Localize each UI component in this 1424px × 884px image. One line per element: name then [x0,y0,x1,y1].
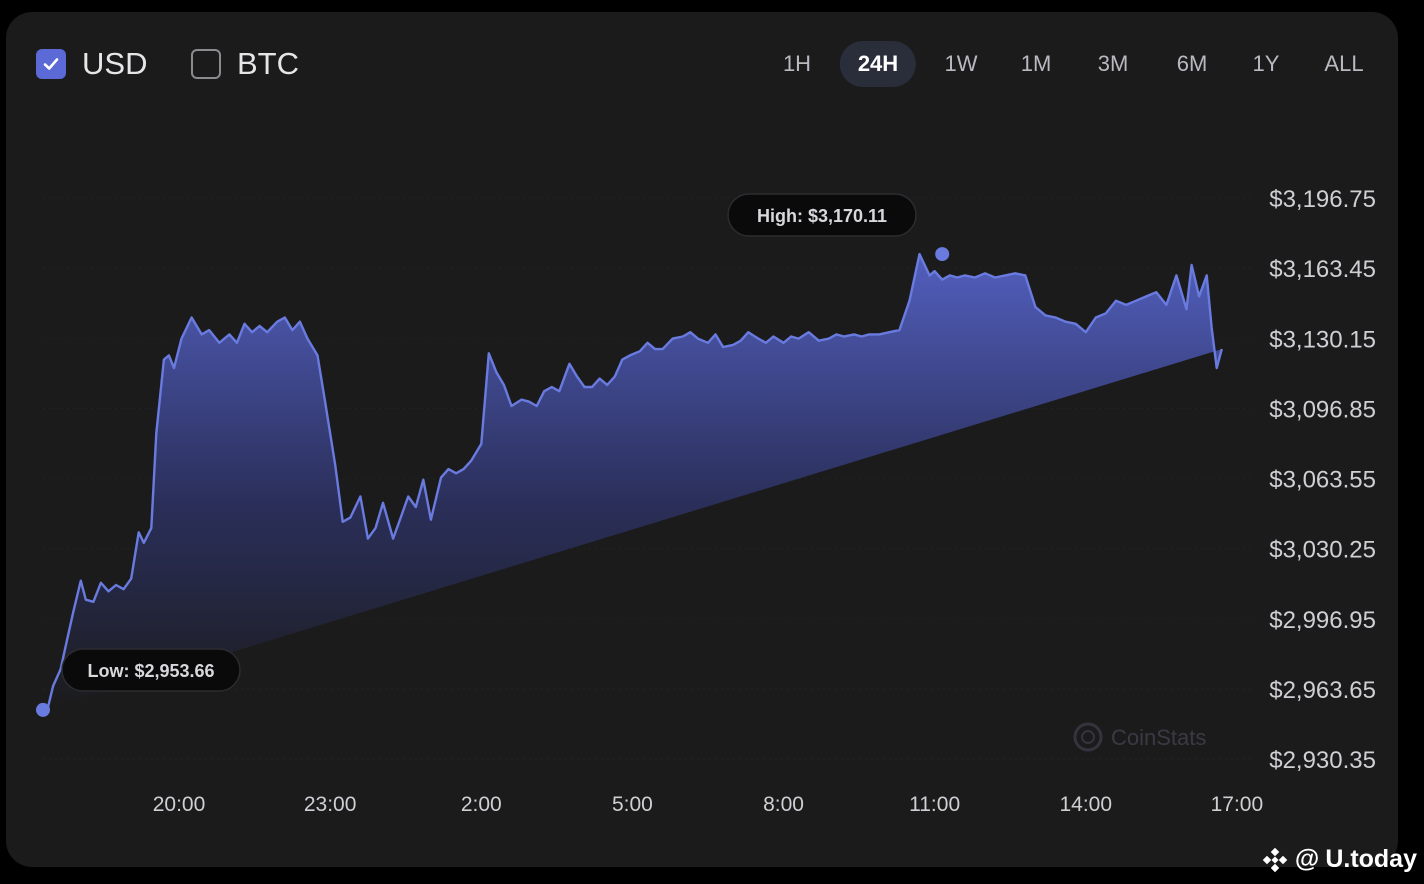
x-tick-label: 14:00 [1059,793,1112,816]
high-marker: High: $3,170.11 [727,193,950,262]
brand-name: U.today [1325,845,1417,873]
price-chart: CoinStats $3,196.75$3,163.45$3,130.15$3,… [36,186,1376,816]
binance-logo-icon [1262,847,1288,872]
y-tick-label: $3,063.55 [1269,467,1376,494]
x-tick-label: 8:00 [763,793,804,816]
high-label: High: $3,170.11 [757,206,887,226]
y-tick-label: $3,196.75 [1269,186,1376,213]
coinstats-watermark: CoinStats [1073,722,1206,752]
x-tick-label: 11:00 [909,793,960,816]
y-tick-label: $3,096.85 [1269,396,1376,423]
x-tick-label: 20:00 [153,793,206,816]
y-tick-label: $3,163.45 [1269,256,1376,283]
x-tick-label: 5:00 [612,793,653,816]
price-area [43,254,1222,710]
y-tick-label: $3,030.25 [1269,537,1376,564]
x-axis: 20:00 23:00 2:00 5:00 8:00 11:00 14:00 17:00 [153,793,1263,816]
y-tick-label: $2,930.35 [1269,747,1376,774]
y-tick-label: $3,130.15 [1269,326,1376,353]
brand-at: @ [1294,845,1320,873]
x-tick-label: 17:00 [1211,793,1264,816]
low-marker: Low: $2,953.66 [36,648,241,717]
watermark-text: CoinStats [1111,725,1206,750]
y-tick-label: $2,996.95 [1269,607,1376,634]
y-axis: $3,196.75 $3,163.45 $3,130.15 $3,096.85 $3,0… [1269,186,1376,774]
low-label: Low: $2,953.66 [87,661,214,681]
low-dot [36,702,50,717]
x-tick-label: 23:00 [304,793,357,816]
coinstats-logo-icon [1073,722,1103,752]
y-tick-label: $2,963.65 [1269,677,1376,704]
x-tick-label: 2:00 [461,793,502,816]
high-dot [935,247,950,262]
utoday-brand: @ U.today [1261,845,1417,874]
